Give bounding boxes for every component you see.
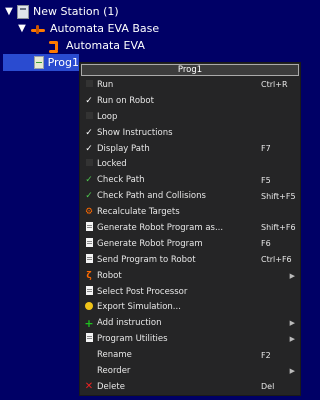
robot-icon: ζ: [86, 270, 92, 281]
submenu-arrow-icon: ▶: [289, 271, 295, 280]
menu-item-export-simulation[interactable]: Export Simulation...: [80, 299, 300, 315]
checkmark-icon: ✓: [85, 127, 93, 138]
expand-arrow-icon[interactable]: ▼: [16, 23, 28, 34]
menu-item-check-path-collisions[interactable]: ✓ Check Path and Collisions Shift+F5: [80, 188, 300, 204]
document-icon: [82, 333, 96, 345]
menu-item-locked[interactable]: Locked: [80, 156, 300, 172]
station-label: New Station (1): [33, 5, 119, 18]
context-menu: Prog1 Run Ctrl+R ✓ Run on Robot Loop ✓ S…: [79, 62, 301, 396]
robot-target-icon: ⚙: [84, 207, 94, 218]
delete-icon: ✕: [84, 381, 94, 393]
robot-base-icon: [30, 22, 46, 36]
box-icon: [82, 111, 96, 122]
menu-item-loop[interactable]: Loop: [80, 109, 300, 125]
robot-base-label: Automata EVA Base: [50, 22, 160, 35]
checkmark-icon: ✓: [85, 143, 93, 154]
menu-item-show-instructions[interactable]: ✓ Show Instructions: [80, 125, 300, 141]
menu-item-robot[interactable]: ζ Robot ▶: [80, 268, 300, 284]
expand-arrow-icon[interactable]: ▼: [3, 6, 15, 17]
box-icon: [82, 159, 96, 169]
program-icon: [34, 56, 44, 69]
menu-item-reorder[interactable]: Reorder ▶: [80, 363, 300, 379]
green-check-icon: ✓: [85, 175, 93, 186]
menu-item-select-post-processor[interactable]: Select Post Processor: [80, 284, 300, 300]
submenu-arrow-icon: ▶: [289, 319, 295, 328]
tree-item-robot[interactable]: Automata EVA: [44, 37, 145, 54]
green-check-icon: ✓: [85, 191, 93, 202]
checkmark-icon: ✓: [85, 95, 93, 106]
menu-item-check-path[interactable]: ✓ Check Path F5: [80, 172, 300, 188]
menu-item-display-path[interactable]: ✓ Display Path F7: [80, 141, 300, 157]
submenu-arrow-icon: ▶: [289, 366, 295, 375]
menu-item-add-instruction[interactable]: + Add instruction ▶: [80, 315, 300, 331]
menu-item-run-on-robot[interactable]: ✓ Run on Robot: [80, 93, 300, 109]
program-label: Prog1: [47, 56, 79, 69]
document-icon: [82, 285, 96, 298]
document-icon: [82, 237, 96, 250]
menu-item-delete[interactable]: ✕ Delete Del: [80, 379, 300, 395]
menu-item-run[interactable]: Run Ctrl+R: [80, 77, 300, 93]
menu-title: Prog1: [81, 64, 299, 76]
robot-arm-icon: [46, 39, 62, 53]
menu-item-recalculate-targets[interactable]: ⚙ Recalculate Targets: [80, 204, 300, 220]
menu-item-program-utilities[interactable]: Program Utilities ▶: [80, 331, 300, 347]
robot-label: Automata EVA: [66, 39, 145, 52]
menu-item-generate-program[interactable]: Generate Robot Program F6: [80, 236, 300, 252]
menu-item-rename[interactable]: Rename F2: [80, 347, 300, 363]
submenu-arrow-icon: ▶: [289, 335, 295, 344]
plus-icon: +: [84, 316, 94, 330]
station-icon: [17, 4, 29, 19]
document-icon: [82, 253, 96, 266]
document-icon: [82, 221, 96, 234]
tree-item-station[interactable]: ▼ New Station (1): [3, 3, 119, 20]
menu-item-send-program[interactable]: Send Program to Robot Ctrl+F6: [80, 252, 300, 268]
tree-item-robot-base[interactable]: ▼ Automata EVA Base: [16, 20, 159, 37]
lightbulb-icon: [82, 301, 96, 313]
tree-item-program[interactable]: Prog1: [3, 54, 79, 71]
box-icon: [82, 79, 96, 90]
menu-item-generate-program-as[interactable]: Generate Robot Program as... Shift+F6: [80, 220, 300, 236]
